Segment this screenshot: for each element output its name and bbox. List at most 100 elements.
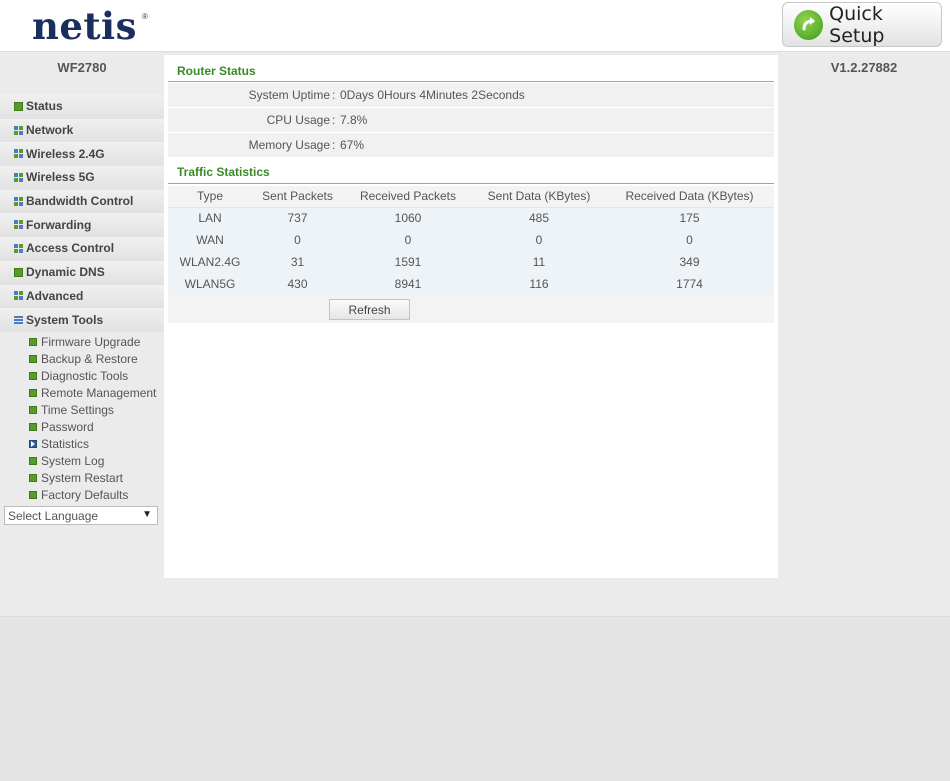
table-header-row: Type Sent Packets Received Packets Sent … (168, 186, 774, 208)
quick-setup-button[interactable]: Quick Setup (782, 2, 942, 47)
system-tools-submenu: Firmware Upgrade Backup & Restore Diagno… (0, 332, 164, 504)
table-cell: 1774 (605, 273, 774, 295)
table-cell: WLAN2.4G (168, 251, 252, 273)
sidebar-item-label: Bandwidth Control (26, 194, 134, 209)
table-cell: 1591 (343, 251, 473, 273)
sidebar-item-label: Wireless 5G (26, 170, 95, 185)
traffic-table: Type Sent Packets Received Packets Sent … (168, 186, 774, 295)
language-select[interactable]: Select Language ▼ (4, 506, 158, 525)
section-divider (168, 183, 774, 184)
sidebar-item-advanced[interactable]: Advanced (0, 284, 164, 309)
square-icon (14, 101, 23, 111)
grid-icon (14, 149, 23, 159)
table-cell: WAN (168, 229, 252, 251)
table-cell: 31 (252, 251, 343, 273)
grid-icon (14, 196, 23, 206)
table-cell: 8941 (343, 273, 473, 295)
table-cell: 430 (252, 273, 343, 295)
table-row: WLAN5G 430 8941 116 1774 (168, 273, 774, 295)
sidebar-item-label: System Tools (26, 312, 104, 327)
sidebar-item-label: Forwarding (26, 217, 92, 232)
submenu-statistics[interactable]: Statistics (0, 436, 164, 453)
content-panel: Router Status System Uptime : 0Days 0Hou… (164, 55, 778, 578)
sidebar-item-access-control[interactable]: Access Control (0, 237, 164, 261)
sidebar-item-label: Wireless 2.4G (26, 146, 105, 161)
sidebar-item-forwarding[interactable]: Forwarding (0, 213, 164, 238)
square-icon (29, 457, 37, 466)
status-colon: : (332, 113, 336, 127)
submenu-label: Time Settings (41, 403, 114, 418)
sidebar-item-status[interactable]: Status (0, 95, 164, 119)
grid-icon (14, 220, 23, 230)
router-status-title: Router Status (177, 64, 256, 78)
table-cell: 0 (252, 229, 343, 251)
list-icon (14, 315, 23, 325)
submenu-system-log[interactable]: System Log (0, 453, 164, 470)
submenu-time-settings[interactable]: Time Settings (0, 402, 164, 419)
square-icon (29, 491, 37, 500)
sidebar-item-bandwidth-control[interactable]: Bandwidth Control (0, 189, 164, 214)
status-row-memory: Memory Usage : 67% (168, 133, 774, 158)
grid-icon (14, 291, 23, 301)
status-value: 7.8% (340, 113, 368, 127)
table-cell: 11 (473, 251, 605, 273)
table-cell: 737 (252, 207, 343, 229)
status-value: 67% (340, 138, 365, 152)
status-colon: : (332, 88, 336, 102)
submenu-password[interactable]: Password (0, 419, 164, 436)
submenu-label: Factory Defaults (41, 488, 129, 503)
table-cell: WLAN5G (168, 273, 252, 295)
grid-icon (14, 172, 23, 182)
table-cell: 175 (605, 207, 774, 229)
square-icon (29, 474, 37, 483)
sidebar-item-network[interactable]: Network (0, 118, 164, 143)
sidebar-item-wireless-5g[interactable]: Wireless 5G (0, 166, 164, 190)
play-arrow-icon (29, 440, 37, 449)
status-value: 0Days 0Hours 4Minutes 2Seconds (340, 88, 525, 102)
table-row: WAN 0 0 0 0 (168, 229, 774, 251)
sidebar-item-dynamic-dns[interactable]: Dynamic DNS (0, 260, 164, 285)
submenu-label: System Restart (41, 471, 124, 486)
quick-setup-label: Quick Setup (829, 2, 885, 47)
submenu-label: Firmware Upgrade (41, 335, 141, 350)
sidebar: Status Network Wireless 2.4G Wireless 5G… (0, 95, 164, 504)
sidebar-item-label: Network (26, 123, 74, 138)
column-header: Type (168, 186, 252, 208)
square-icon (14, 267, 23, 277)
grid-icon (14, 125, 23, 135)
submenu-system-restart[interactable]: System Restart (0, 470, 164, 487)
square-icon (29, 389, 37, 398)
submenu-backup-restore[interactable]: Backup & Restore (0, 351, 164, 368)
column-header: Received Packets (343, 186, 473, 208)
language-select-value: Select Language (8, 508, 99, 523)
submenu-label: System Log (41, 454, 105, 469)
sidebar-item-label: Access Control (26, 241, 115, 256)
dropdown-arrow-icon: ▼ (142, 509, 152, 520)
status-row-cpu: CPU Usage : 7.8% (168, 108, 774, 133)
table-cell: 0 (605, 229, 774, 251)
submenu-label: Password (41, 420, 94, 435)
status-label: Memory Usage (248, 138, 330, 152)
submenu-remote-management[interactable]: Remote Management (0, 385, 164, 402)
table-cell: 485 (473, 207, 605, 229)
sidebar-item-label: Status (26, 99, 63, 114)
submenu-label: Statistics (41, 437, 90, 452)
grid-icon (14, 243, 23, 253)
traffic-statistics-title: Traffic Statistics (177, 165, 270, 179)
submenu-firmware-upgrade[interactable]: Firmware Upgrade (0, 334, 164, 351)
column-header: Received Data (KBytes) (605, 186, 774, 208)
status-colon: : (332, 138, 336, 152)
sidebar-item-wireless-24g[interactable]: Wireless 2.4G (0, 142, 164, 167)
table-cell: 349 (605, 251, 774, 273)
table-row: LAN 737 1060 485 175 (168, 207, 774, 229)
registered-mark: ® (142, 12, 148, 21)
square-icon (29, 355, 37, 364)
square-icon (29, 372, 37, 381)
submenu-factory-defaults[interactable]: Factory Defaults (0, 487, 164, 504)
sidebar-item-system-tools[interactable]: System Tools (0, 308, 164, 332)
column-header: Sent Packets (252, 186, 343, 208)
sidebar-item-label: Dynamic DNS (26, 265, 105, 280)
table-cell: 0 (343, 229, 473, 251)
refresh-button[interactable]: Refresh (329, 299, 410, 320)
submenu-diagnostic-tools[interactable]: Diagnostic Tools (0, 368, 164, 385)
